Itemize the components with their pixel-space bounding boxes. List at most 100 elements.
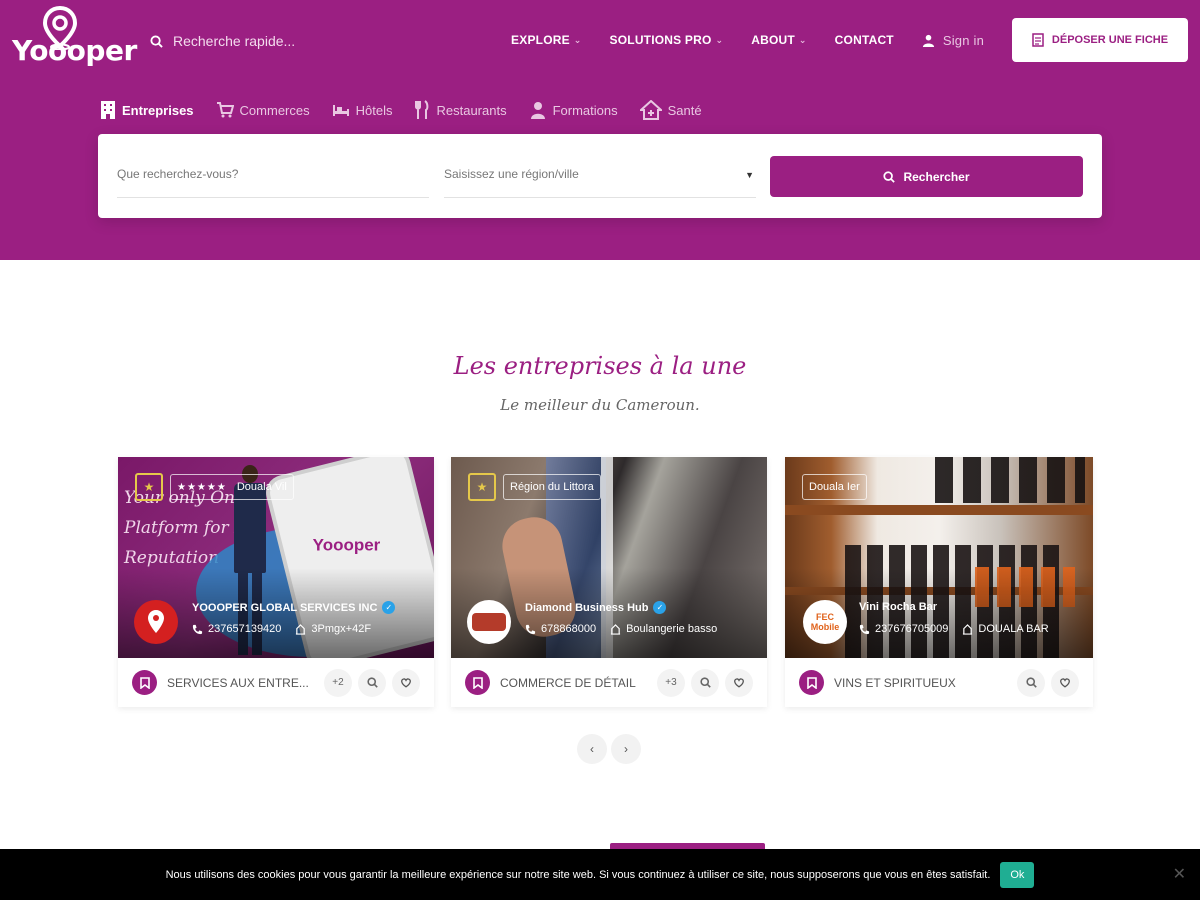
tab-sante-label: Santé	[667, 102, 702, 118]
category-tabs: Entreprises Commerces Hôtels Restaurants…	[100, 96, 702, 124]
main-nav: EXPLORE ⌄ SOLUTIONS PRO ⌄ ABOUT ⌄ CONTAC…	[483, 18, 1188, 62]
shelf-board	[785, 505, 1093, 515]
tab-formations-label: Formations	[552, 102, 618, 118]
carousel-prev-button[interactable]: ‹	[577, 734, 607, 764]
tab-entreprises-label: Entreprises	[122, 102, 194, 118]
category-label[interactable]: VINS ET SPIRITUEUX	[834, 676, 1011, 690]
bookmark-icon[interactable]	[465, 670, 490, 695]
location-tag[interactable]: ★★★★★ Douala Vil	[170, 474, 294, 500]
top-bar: Yoooper EXPLORE ⌄ SOLUTIONS PRO ⌄ ABOUT …	[0, 0, 1200, 80]
card-image[interactable]: Douala Ier FEC Mobile Vini Rocha Bar 237…	[785, 457, 1093, 658]
bed-icon	[332, 105, 349, 116]
more-categories-badge[interactable]: +3	[657, 668, 685, 697]
cookie-ok-button[interactable]: Ok	[1000, 861, 1035, 888]
business-name-label: Vini Rocha Bar	[859, 601, 938, 613]
tab-restaurants-label: Restaurants	[436, 102, 507, 118]
building-icon	[610, 623, 621, 635]
location-tag-label: Douala Vil	[236, 481, 287, 493]
card-image[interactable]: Your only One Platform for E-Reputation …	[118, 457, 434, 658]
carousel-next-button[interactable]: ›	[611, 734, 641, 764]
what-input[interactable]	[117, 158, 429, 190]
business-name[interactable]: Vini Rocha Bar	[859, 601, 937, 613]
card-footer: SERVICES AUX ENTRE... +2	[118, 658, 434, 707]
heart-icon[interactable]	[1051, 668, 1079, 697]
business-name-label: Diamond Business Hub	[525, 601, 649, 614]
location-tag[interactable]: Douala Ier	[802, 474, 867, 500]
cookie-text: Nous utilisons des cookies pour vous gar…	[165, 868, 991, 881]
business-name[interactable]: YOOOPER GLOBAL SERVICES INC ✓	[192, 601, 396, 614]
nav-solutions-pro-label: SOLUTIONS PRO	[609, 33, 712, 47]
signin-link[interactable]: Sign in	[922, 33, 984, 48]
phone-icon	[859, 624, 870, 634]
category-label[interactable]: SERVICES AUX ENTRE...	[167, 676, 318, 690]
tab-hotels[interactable]: Hôtels	[332, 103, 392, 118]
nav-explore-label: EXPLORE	[511, 33, 570, 47]
deposer-fiche-button[interactable]: DÉPOSER UNE FICHE	[1012, 18, 1188, 62]
location-tag-label: Douala Ier	[809, 481, 860, 493]
tab-sante[interactable]: Santé	[639, 100, 702, 120]
heart-icon[interactable]	[392, 668, 420, 697]
category-label[interactable]: COMMERCE DE DÉTAIL	[500, 676, 651, 690]
featured-star-icon: ★	[468, 473, 496, 501]
phone-meta[interactable]: 678868000	[525, 623, 596, 635]
avatar[interactable]: FEC Mobile	[803, 600, 847, 644]
tab-commerces[interactable]: Commerces	[216, 102, 310, 118]
business-name[interactable]: Diamond Business Hub ✓	[525, 601, 667, 614]
top-bottle-row	[935, 457, 1085, 503]
bookmark-icon[interactable]	[132, 670, 157, 695]
card-image[interactable]: ★ Région du Littora Diamond Business Hub…	[451, 457, 767, 658]
nav-contact-label: CONTACT	[834, 33, 894, 47]
business-meta: 678868000 Boulangerie basso	[525, 623, 717, 635]
bookmark-icon[interactable]	[799, 670, 824, 695]
building-icon	[963, 623, 973, 635]
nav-contact[interactable]: CONTACT	[835, 33, 894, 47]
avatar[interactable]	[134, 600, 178, 644]
house-medical-icon	[639, 100, 662, 120]
nav-about-label: ABOUT	[751, 33, 795, 47]
fork-knife-icon	[415, 100, 429, 119]
where-input[interactable]	[444, 158, 756, 190]
phone-logo-text: Yoooper	[312, 535, 381, 555]
listing-card[interactable]: Douala Ier FEC Mobile Vini Rocha Bar 237…	[785, 457, 1093, 707]
signin-label: Sign in	[942, 32, 984, 48]
graduate-icon	[530, 102, 545, 119]
phone-meta[interactable]: 237657139420	[192, 623, 281, 635]
card-footer: VINS ET SPIRITUEUX	[785, 658, 1093, 707]
avatar[interactable]	[467, 600, 511, 644]
tab-entreprises[interactable]: Entreprises	[100, 100, 194, 120]
business-meta: 237657139420 3Pmgx+42F	[192, 623, 371, 635]
nav-about[interactable]: ABOUT ⌄	[751, 33, 806, 47]
zoom-icon[interactable]	[358, 668, 386, 697]
tab-formations[interactable]: Formations	[529, 100, 618, 120]
user-icon	[922, 34, 934, 47]
address-text: 3Pmgx+42F	[311, 623, 372, 635]
address-meta: DOUALA BAR	[962, 623, 1049, 635]
phone-meta[interactable]: 237676705009	[859, 623, 948, 635]
more-categories-badge[interactable]: +2	[324, 668, 352, 697]
zoom-icon[interactable]	[691, 668, 719, 697]
business-name-label: YOOOPER GLOBAL SERVICES INC	[192, 601, 378, 614]
dropdown-arrow-icon[interactable]: ▼	[745, 170, 754, 180]
location-tag[interactable]: Région du Littora	[503, 474, 601, 500]
phone-number: 237676705009	[875, 623, 949, 635]
nav-solutions-pro[interactable]: SOLUTIONS PRO ⌄	[610, 33, 724, 47]
listing-card[interactable]: ★ Région du Littora Diamond Business Hub…	[451, 457, 767, 707]
rating-stars: ★★★★★	[177, 481, 227, 493]
heart-icon[interactable]	[725, 668, 753, 697]
address-text: DOUALA BAR	[978, 623, 1049, 635]
avatar-logo-text: FEC Mobile	[810, 612, 840, 632]
rechercher-button[interactable]: Rechercher	[770, 156, 1083, 197]
where-field-wrap: ▼	[444, 158, 756, 198]
close-icon[interactable]: ✕	[1173, 864, 1186, 884]
address-meta: Boulangerie basso	[610, 623, 717, 635]
deposer-label: DÉPOSER UNE FICHE	[1051, 34, 1169, 46]
card-footer: COMMERCE DE DÉTAIL +3	[451, 658, 767, 707]
tab-restaurants[interactable]: Restaurants	[414, 100, 507, 120]
document-icon	[1032, 33, 1044, 47]
quick-search-input[interactable]	[173, 33, 333, 49]
nav-explore[interactable]: EXPLORE ⌄	[511, 33, 582, 47]
listing-card[interactable]: Your only One Platform for E-Reputation …	[118, 457, 434, 707]
zoom-icon[interactable]	[1017, 668, 1045, 697]
site-logo[interactable]: Yoooper	[12, 4, 137, 76]
address-text: Boulangerie basso	[626, 623, 718, 635]
